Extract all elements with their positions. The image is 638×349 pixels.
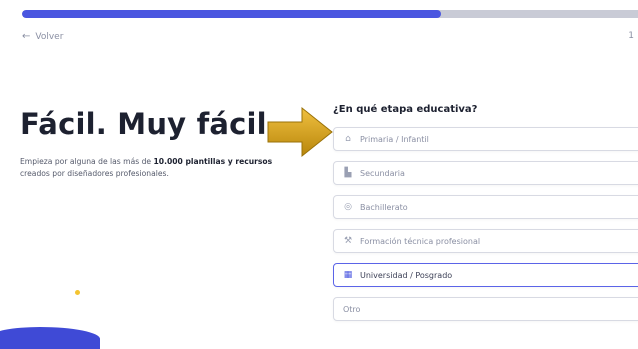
option-2[interactable]: ◎ Bachillerato xyxy=(333,195,638,219)
question-label: ¿En qué etapa educativa? xyxy=(333,104,478,115)
option-0[interactable]: ⌂ Primaria / Infantil xyxy=(333,127,638,151)
description-text-end: creados por diseñadores profesionales. xyxy=(20,169,169,178)
back-link[interactable]: ← Volver xyxy=(22,31,63,42)
graduation-icon: ◎ xyxy=(344,202,352,212)
option-label: Primaria / Infantil xyxy=(360,134,429,144)
decorative-shape xyxy=(0,327,100,349)
option-label: Bachillerato xyxy=(360,202,408,212)
progress-fill xyxy=(22,10,441,18)
progress-bar xyxy=(22,10,638,18)
school-icon: ⌂ xyxy=(345,134,351,144)
tools-icon: ⚒ xyxy=(343,236,353,246)
option-1[interactable]: ▙ Secundaria xyxy=(333,161,638,185)
option-label: Otro xyxy=(343,304,361,314)
option-label: Universidad / Posgrado xyxy=(360,270,453,280)
option-label: Formación técnica profesional xyxy=(360,236,481,246)
decorative-dot xyxy=(75,290,80,295)
education-options: ⌂ Primaria / Infantil ▙ Secundaria ◎ Bachille… xyxy=(333,127,638,331)
university-icon: ▦ xyxy=(343,270,353,280)
page-description: Empieza por alguna de las más de 10.000 … xyxy=(20,156,275,180)
description-highlight: 10.000 plantillas y recursos xyxy=(153,157,273,166)
option-label: Secundaria xyxy=(360,168,405,178)
back-label: Volver xyxy=(35,31,64,42)
building-icon: ▙ xyxy=(344,168,352,178)
option-5[interactable]: Otro xyxy=(333,297,638,321)
step-counter: 1 xyxy=(628,31,634,41)
pointer-arrow-icon xyxy=(267,106,333,158)
option-4[interactable]: ▦ Universidad / Posgrado xyxy=(333,263,638,287)
page-title: Fácil. Muy fácil xyxy=(20,107,267,141)
option-3[interactable]: ⚒ Formación técnica profesional xyxy=(333,229,638,253)
arrow-left-icon: ← xyxy=(22,31,31,42)
description-text: Empieza por alguna de las más de xyxy=(20,157,154,166)
